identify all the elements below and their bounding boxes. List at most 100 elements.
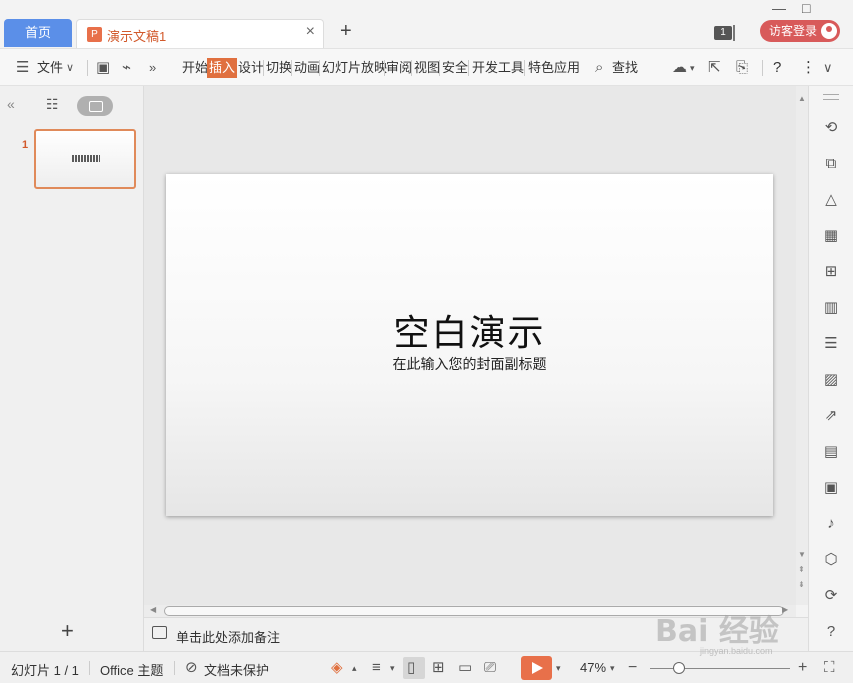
settings-sliders-icon[interactable]: ☰ xyxy=(821,334,841,354)
tab-slideshow[interactable]: 幻灯片放映 xyxy=(322,58,387,78)
export-icon[interactable]: ⎘ xyxy=(736,58,748,78)
avatar-icon xyxy=(821,23,837,39)
tab-review[interactable]: 审阅 xyxy=(386,58,412,78)
ribbon-divider xyxy=(411,60,412,76)
home-tab[interactable]: 首页 xyxy=(4,19,72,47)
slide-sorter-icon[interactable]: ⊞ xyxy=(432,658,445,678)
tab-view[interactable]: 视图 xyxy=(414,58,440,78)
chevron-down-icon[interactable]: ▾ xyxy=(690,58,695,78)
right-sidebar: ⟲ ⧉ △ ▦ ⊞ ▥ ☰ ▨ ⇗ ▤ ▣ ♪ ⬡ ⟳ ? xyxy=(808,86,853,651)
chevron-down-icon[interactable]: ▾ xyxy=(556,658,561,678)
fit-window-icon[interactable]: ⛶ xyxy=(824,658,835,678)
slide-title[interactable]: 空白演示 xyxy=(166,304,773,356)
ribbon-divider xyxy=(439,60,440,76)
picture-gallery-icon[interactable]: ▨ xyxy=(821,370,841,390)
transition-icon[interactable]: ⟲ xyxy=(821,118,841,138)
chart-icon[interactable]: ▥ xyxy=(821,298,841,318)
status-divider xyxy=(174,661,175,675)
maximize-button[interactable]: □ xyxy=(802,0,810,16)
slide-thumbnail[interactable] xyxy=(34,129,136,189)
vertical-scrollbar[interactable]: ▲ ▼ ⇞ ⇟ xyxy=(796,86,808,605)
scroll-left-icon[interactable]: ◀ xyxy=(150,605,156,614)
thumbnail-view-toggle[interactable] xyxy=(77,96,113,116)
slide-panel: « ☷ 1 + xyxy=(0,86,144,651)
cloud-sync-icon[interactable]: ☁ xyxy=(672,58,687,78)
sidebar-grip[interactable] xyxy=(823,94,839,100)
tab-insert[interactable]: 插入 xyxy=(207,58,238,78)
theme-name[interactable]: Office 主题 xyxy=(100,660,163,679)
grid-icon[interactable]: ⊞ xyxy=(821,262,841,282)
share-icon[interactable]: ⇱ xyxy=(708,58,721,78)
close-tab-icon[interactable]: × xyxy=(306,23,315,41)
collapse-ribbon-icon[interactable]: ∨ xyxy=(823,58,833,78)
help-circle-icon[interactable]: ? xyxy=(821,622,841,642)
slide-subtitle[interactable]: 在此输入您的封面副标题 xyxy=(166,354,773,374)
chevron-up-icon[interactable]: ▴ xyxy=(352,658,357,678)
shield-icon[interactable]: ⬡ xyxy=(821,550,841,570)
shapes-icon[interactable]: ⧉ xyxy=(821,154,841,174)
zoom-slider-track[interactable] xyxy=(650,668,790,669)
slide[interactable]: 空白演示 在此输入您的封面副标题 xyxy=(166,174,773,516)
menu-icon[interactable]: ☰ xyxy=(16,58,29,78)
tab-featured-apps[interactable]: 特色应用 xyxy=(528,58,580,78)
file-menu[interactable]: 文件 xyxy=(37,58,63,78)
tab-home[interactable]: 开始 xyxy=(182,58,208,78)
notes-placeholder[interactable]: 单击此处添加备注 xyxy=(176,627,280,646)
tab-design[interactable]: 设计 xyxy=(238,58,264,78)
audio-icon[interactable]: ♪ xyxy=(821,514,841,534)
slide-canvas: 空白演示 在此输入您的封面副标题 xyxy=(144,86,796,605)
title-bar: 首页 P 演示文稿1 × + — □ 1 访客登录 xyxy=(0,0,853,48)
history-icon[interactable]: ⟳ xyxy=(821,586,841,606)
ribbon-divider xyxy=(319,60,320,76)
ribbon-divider xyxy=(263,60,264,76)
layers-icon[interactable]: △ xyxy=(821,190,841,210)
search-label[interactable]: 查找 xyxy=(612,58,638,78)
presenter-view-icon[interactable]: ⎚ xyxy=(484,658,496,678)
more-chevron-icon[interactable]: » xyxy=(149,58,156,78)
zoom-in-icon[interactable]: + xyxy=(798,658,807,678)
table-icon[interactable]: ▦ xyxy=(821,226,841,246)
outline-view-icon[interactable]: ☷ xyxy=(46,96,59,113)
zoom-level[interactable]: 47% xyxy=(580,660,606,675)
chevron-down-icon[interactable]: ▾ xyxy=(610,658,615,678)
status-divider xyxy=(89,661,90,675)
smart-beautify-icon[interactable]: ◈ xyxy=(331,658,343,678)
image-icon[interactable]: ▣ xyxy=(821,478,841,498)
scroll-up-icon[interactable]: ▲ xyxy=(798,94,806,103)
archive-icon[interactable]: ▤ xyxy=(821,442,841,462)
previous-slide-icon[interactable]: ⇞ xyxy=(798,565,805,574)
zoom-out-icon[interactable]: − xyxy=(628,658,637,678)
new-tab-button[interactable]: + xyxy=(340,20,352,43)
tab-transitions[interactable]: 切换 xyxy=(266,58,292,78)
ribbon-divider xyxy=(468,60,469,76)
guest-login-button[interactable]: 访客登录 xyxy=(760,20,840,42)
protection-status[interactable]: 文档未保护 xyxy=(204,660,269,679)
format-painter-icon[interactable]: ⌁ xyxy=(122,58,131,78)
baidu-watermark-url: jingyan.baidu.com xyxy=(700,646,773,656)
play-slideshow-button[interactable] xyxy=(521,656,552,680)
tab-security[interactable]: 安全 xyxy=(442,58,468,78)
search-icon[interactable]: ⌕ xyxy=(595,58,603,78)
document-tab[interactable]: P 演示文稿1 × xyxy=(76,19,324,48)
window-count-badge[interactable]: 1 xyxy=(714,26,732,40)
document-tab-title: 演示文稿1 xyxy=(107,29,167,44)
add-slide-button[interactable]: + xyxy=(61,618,74,644)
ribbon-divider xyxy=(384,60,385,76)
minimize-button[interactable]: — xyxy=(772,0,786,16)
more-options-icon[interactable]: ⋮ xyxy=(801,58,816,78)
align-options-icon[interactable]: ≡ xyxy=(372,658,381,678)
help-icon[interactable]: ? xyxy=(773,58,781,78)
scroll-right-icon[interactable]: ▶ xyxy=(782,605,788,614)
share-export-icon[interactable]: ⇗ xyxy=(821,406,841,426)
next-slide-icon[interactable]: ⇟ xyxy=(798,580,805,589)
zoom-slider-knob[interactable] xyxy=(673,662,685,674)
save-icon[interactable]: ▣ xyxy=(96,58,110,78)
chevron-down-icon[interactable]: ▾ xyxy=(390,658,395,678)
tab-developer[interactable]: 开发工具 xyxy=(472,58,524,78)
slide-counter: 幻灯片 1 / 1 xyxy=(11,663,79,678)
tab-animation[interactable]: 动画 xyxy=(294,58,320,78)
reading-view-icon[interactable]: ▭ xyxy=(458,658,472,678)
scroll-down-icon[interactable]: ▼ xyxy=(798,550,806,559)
collapse-panel-icon[interactable]: « xyxy=(7,96,15,112)
chevron-down-icon[interactable]: ∨ xyxy=(66,58,74,78)
